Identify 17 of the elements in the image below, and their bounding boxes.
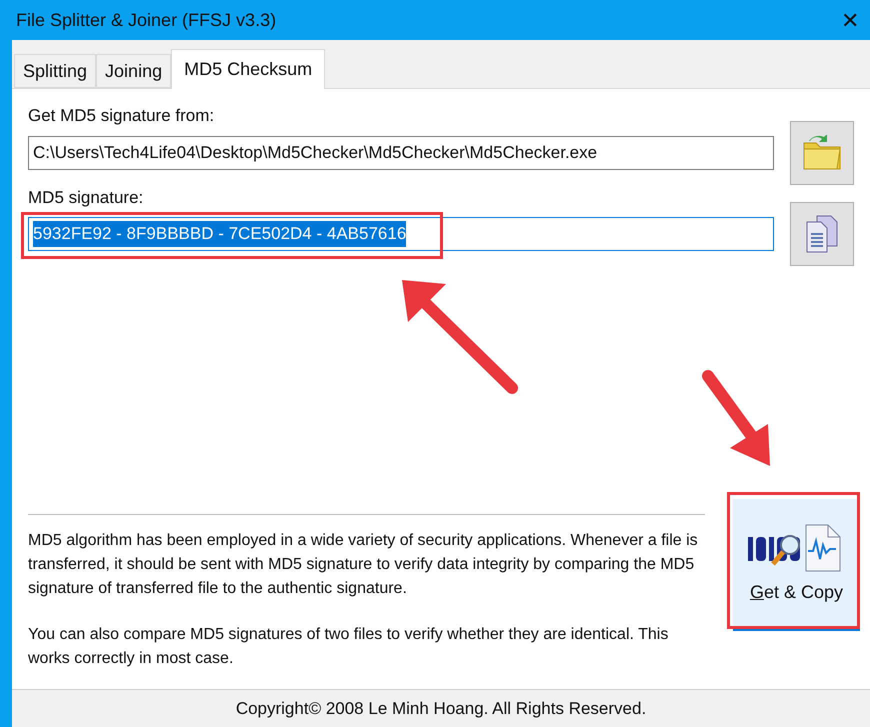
- get-and-copy-button[interactable]: Get & Copy: [732, 499, 860, 631]
- field-label: MD5 signature:: [28, 186, 144, 208]
- description-paragraph: You can also compare MD5 signatures of two files to verify whether they are identical. This works correctly in most case.: [28, 625, 670, 669]
- tab[interactable]: Joining: [96, 54, 172, 88]
- field-label: Get MD5 signature from:: [28, 105, 216, 127]
- tab[interactable]: Splitting: [14, 54, 96, 88]
- close-button[interactable]: ✕: [830, 0, 870, 40]
- tab[interactable]: MD5 Checksum: [171, 49, 326, 89]
- file-path-field[interactable]: C:\Users\Tech4Life04\Desktop\Md5Checker\Md5Checker\Md5Checker.exe: [28, 136, 774, 170]
- copy-button[interactable]: [790, 202, 854, 266]
- browse-button[interactable]: [790, 120, 854, 184]
- copy-icon: [805, 214, 840, 254]
- copyright-text: Copyright© 2008 Le Minh Hoang. All Rights Reserved.: [236, 698, 646, 720]
- window-title: File Splitter & Joiner (FFSJ v3.3): [16, 8, 276, 32]
- md5-signature-field[interactable]: 5932FE92 - 8F9BBBBD - 7CE502D4 - 4AB57616: [28, 217, 774, 251]
- folder-icon: [802, 134, 842, 170]
- description-paragraph: MD5 algorithm has been employed in a wide variety of security applications. Whenever a file is transferred, it should be sent with MD5 signature to verify data integrity by comparing the MD5 signature of transferred file to the authentic signature.: [28, 531, 699, 599]
